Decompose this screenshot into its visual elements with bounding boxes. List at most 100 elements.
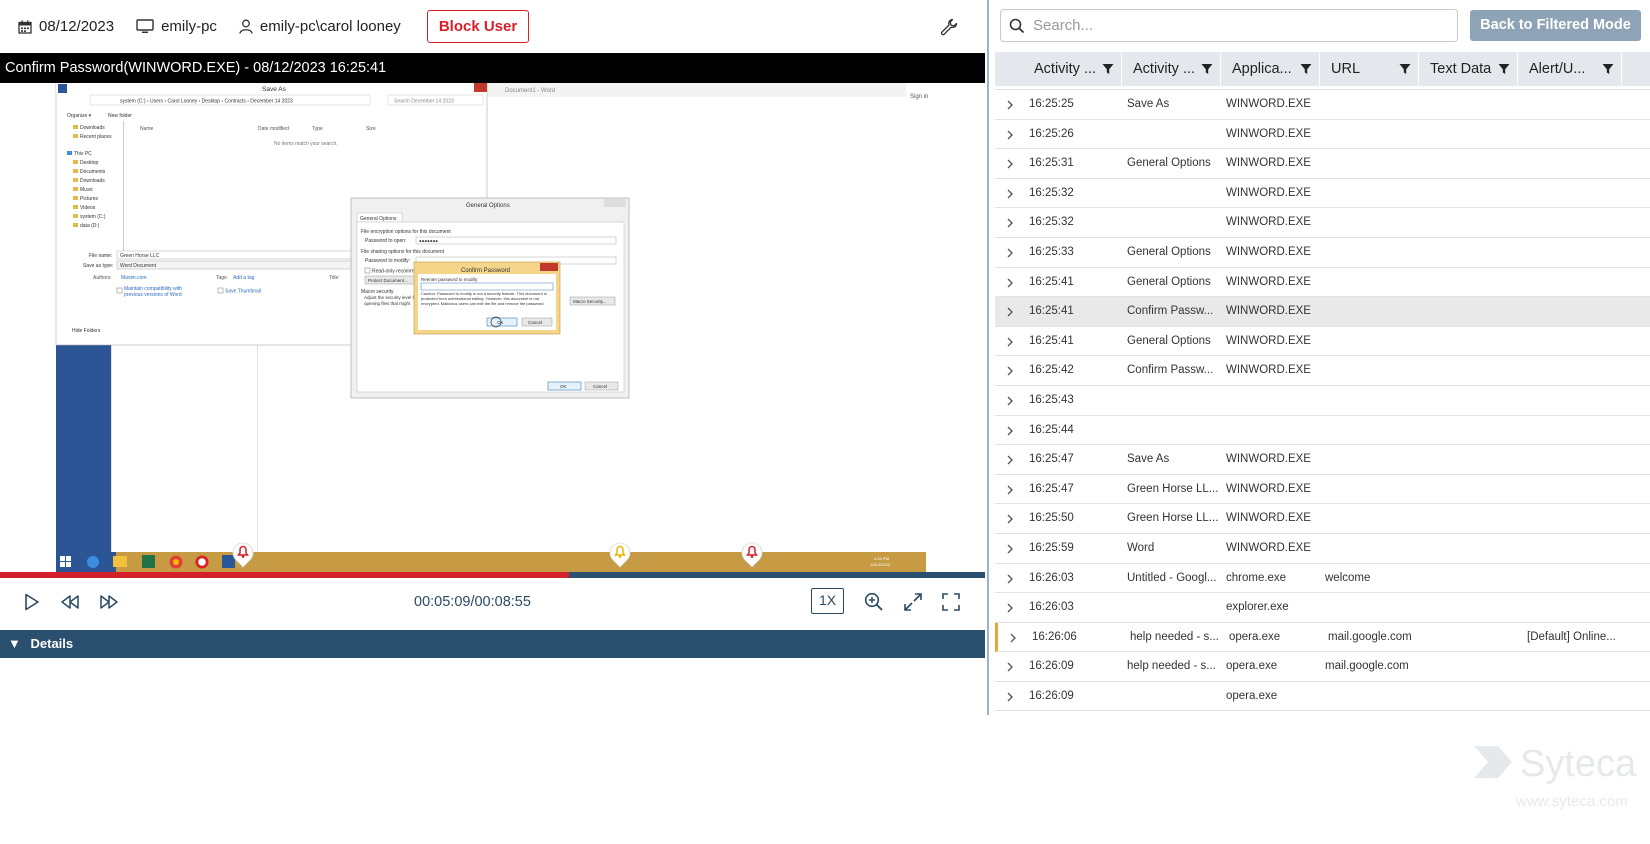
word-bg-title: Document1 - Word — [505, 88, 555, 94]
details-panel-header[interactable]: ▼ Details — [0, 630, 985, 658]
expand-icon[interactable] — [903, 592, 923, 612]
table-row[interactable]: 16:25:42 Confirm Passw... WINWORD.EXE — [995, 356, 1650, 386]
column-header-label: Applica... — [1232, 61, 1292, 77]
table-row[interactable]: 16:25:32 WINWORD.EXE — [995, 208, 1650, 238]
chevron-right-icon[interactable] — [1006, 485, 1014, 495]
alert-bell-marker-icon[interactable] — [607, 538, 633, 568]
chevron-right-icon[interactable] — [1006, 100, 1014, 110]
computer-text: emily-pc — [161, 18, 217, 35]
filter-icon[interactable] — [1498, 63, 1510, 75]
table-row[interactable]: 16:25:41 Confirm Passw... WINWORD.EXE — [995, 297, 1650, 327]
table-row[interactable]: 16:26:09 opera.exe — [995, 682, 1650, 712]
filter-icon[interactable] — [1399, 63, 1411, 75]
column-header-label: Text Data — [1430, 61, 1492, 77]
chevron-right-icon[interactable] — [1006, 337, 1014, 347]
rewind-icon[interactable] — [60, 594, 80, 610]
saveas-title: Save As — [262, 86, 287, 93]
cell-time: 16:25:50 — [1029, 512, 1074, 525]
table-row[interactable]: 16:25:31 General Options WINWORD.EXE — [995, 149, 1650, 179]
chevron-right-icon[interactable] — [1006, 692, 1014, 702]
table-row[interactable]: 16:25:25 Save As WINWORD.EXE — [995, 90, 1650, 120]
table-row[interactable]: 16:26:06 help needed - s... opera.exe mail.… — [995, 622, 1650, 653]
activity-search[interactable] — [1000, 9, 1458, 42]
folder-icon — [73, 187, 78, 191]
column-header-5[interactable]: Alert/U... — [1518, 52, 1622, 86]
table-row[interactable]: 16:25:47 Save As WINWORD.EXE — [995, 445, 1650, 475]
filter-icon[interactable] — [1602, 63, 1614, 75]
block-user-button[interactable]: Block User — [426, 10, 530, 43]
cell-app: opera.exe — [1226, 689, 1278, 702]
column-header-4[interactable]: Text Data — [1419, 52, 1518, 86]
table-row[interactable]: 16:25:47 Green Horse LL... WINWORD.EXE — [995, 475, 1650, 505]
column-header-0[interactable]: Activity ... — [1023, 52, 1122, 86]
zoom-in-icon[interactable] — [864, 592, 884, 612]
cell-time: 16:25:47 — [1029, 482, 1074, 495]
search-input[interactable] — [1033, 17, 1433, 34]
chevron-right-icon[interactable] — [1006, 248, 1014, 258]
cell-time: 16:25:44 — [1029, 423, 1074, 436]
cell-app: WINWORD.EXE — [1226, 334, 1311, 347]
table-row[interactable]: 16:26:03 explorer.exe — [995, 593, 1650, 623]
cell-activity: Untitled - Googl... — [1127, 571, 1217, 584]
table-row[interactable]: 16:25:33 General Options WINWORD.EXE — [995, 238, 1650, 268]
chevron-right-icon[interactable] — [1006, 130, 1014, 140]
table-row[interactable]: 16:25:41 General Options WINWORD.EXE — [995, 268, 1650, 298]
chevron-right-icon[interactable] — [1009, 633, 1017, 643]
fullscreen-icon[interactable] — [942, 593, 960, 611]
folder-icon — [73, 196, 78, 200]
wrench-icon[interactable] — [940, 18, 958, 36]
cell-time: 16:25:25 — [1029, 98, 1074, 110]
column-header-2[interactable]: Applica... — [1221, 52, 1320, 86]
watermark-url: www.syteca.com — [1515, 793, 1628, 810]
triangle-down-icon: ▼ — [8, 636, 21, 651]
filter-icon[interactable] — [1300, 63, 1312, 75]
chevron-right-icon[interactable] — [1006, 307, 1014, 317]
alert-bell-marker-icon[interactable] — [230, 538, 256, 568]
speed-button[interactable]: 1X — [811, 588, 844, 614]
table-row[interactable]: 16:25:43 — [995, 386, 1650, 416]
table-row[interactable]: 16:25:44 — [995, 416, 1650, 446]
table-row[interactable]: 16:25:50 Green Horse LL... WINWORD.EXE — [995, 504, 1650, 534]
chevron-right-icon[interactable] — [1006, 218, 1014, 228]
go-macro-btn: Macro Security... — [573, 299, 606, 304]
cell-time: 16:25:31 — [1029, 157, 1074, 170]
alert-bell-marker-icon[interactable] — [739, 538, 765, 568]
chevron-right-icon[interactable] — [1006, 189, 1014, 199]
recorded-screen[interactable]: Document1 - Word Sign in Save As system … — [0, 83, 985, 572]
table-row[interactable]: 16:26:09 help needed - s... opera.exe mail.… — [995, 652, 1650, 682]
pane-divider[interactable] — [987, 0, 989, 715]
chevron-right-icon[interactable] — [1006, 396, 1014, 406]
saveas-path: system (C:) › Users › Carol Looney › Des… — [120, 99, 293, 105]
chevron-right-icon[interactable] — [1006, 455, 1014, 465]
go-title: General Options — [466, 203, 510, 209]
play-icon[interactable] — [24, 593, 40, 611]
table-row[interactable]: 16:25:41 General Options WINWORD.EXE — [995, 327, 1650, 357]
table-row[interactable]: 16:25:32 WINWORD.EXE — [995, 179, 1650, 209]
chevron-right-icon[interactable] — [1006, 574, 1014, 584]
chevron-right-icon[interactable] — [1006, 366, 1014, 376]
chevron-right-icon[interactable] — [1006, 426, 1014, 436]
filter-icon[interactable] — [1102, 63, 1114, 75]
fast-forward-icon[interactable] — [99, 594, 119, 610]
chevron-right-icon[interactable] — [1006, 603, 1014, 613]
table-row[interactable]: 16:26:03 Untitled - Googl... chrome.exe wel… — [995, 564, 1650, 594]
cell-alert: [Default] Online... — [1527, 630, 1616, 643]
table-row[interactable]: 16:25:59 Word WINWORD.EXE — [995, 534, 1650, 564]
cell-app: WINWORD.EXE — [1226, 275, 1311, 288]
table-row[interactable]: 16:25:26 WINWORD.EXE — [995, 120, 1650, 150]
column-header-3[interactable]: URL — [1320, 52, 1419, 86]
search-icon — [1009, 18, 1025, 33]
column-header-1[interactable]: Activity ... — [1122, 52, 1221, 86]
cell-activity: General Options — [1127, 334, 1211, 347]
filter-icon[interactable] — [1201, 63, 1213, 75]
chevron-right-icon[interactable] — [1006, 159, 1014, 169]
cell-app: WINWORD.EXE — [1226, 186, 1311, 199]
chevron-right-icon[interactable] — [1006, 662, 1014, 672]
back-to-filtered-mode-button[interactable]: Back to Filtered Mode — [1470, 10, 1641, 41]
chevron-right-icon[interactable] — [1006, 514, 1014, 524]
chevron-right-icon[interactable] — [1006, 544, 1014, 554]
cell-time: 16:26:09 — [1029, 689, 1074, 702]
tray-date: 12/14/2023 — [870, 562, 891, 567]
chevron-right-icon[interactable] — [1006, 278, 1014, 288]
cell-time: 16:25:32 — [1029, 216, 1074, 229]
